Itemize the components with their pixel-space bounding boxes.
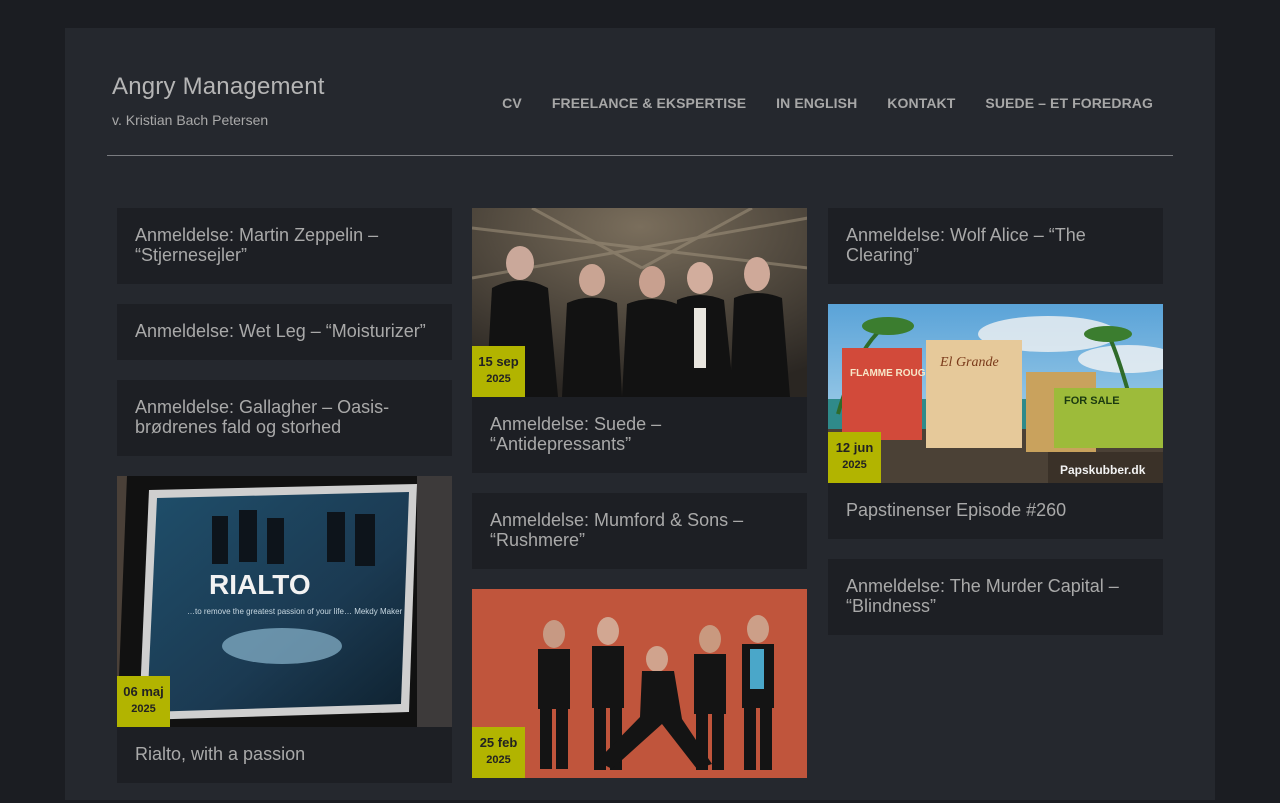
- nav-item-cv[interactable]: CV: [502, 95, 522, 111]
- main-navigation: CV FREELANCE & EKSPERTISE IN ENGLISH KON…: [502, 95, 1153, 111]
- site-description: v. Kristian Bach Petersen: [112, 112, 269, 128]
- date-year: 2025: [486, 754, 511, 766]
- post-title[interactable]: Anmeldelse: Wet Leg – “Moisturizer”: [117, 304, 452, 360]
- post-column-3: Anmeldelse: Wolf Alice – “The Clearing”: [828, 208, 1163, 655]
- date-day: 15 sep: [478, 354, 519, 369]
- date-year: 2025: [131, 703, 156, 715]
- post-card: FLAMME ROUGE El Grande FOR SALE Papskubb…: [828, 304, 1163, 539]
- svg-text:El Grande: El Grande: [939, 355, 999, 370]
- date-day: 12 jun: [835, 440, 874, 455]
- nav-item-in-english[interactable]: IN ENGLISH: [776, 95, 857, 111]
- post-card: 15 sep 2025 Anmeldelse: Suede – “Antidep…: [472, 208, 807, 473]
- header-divider: [107, 155, 1173, 156]
- post-title[interactable]: Papstinenser Episode #260: [828, 483, 1163, 539]
- post-thumbnail-rialto[interactable]: RIALTO …to remove the greatest passion o…: [117, 476, 452, 727]
- svg-text:Papskubber.dk: Papskubber.dk: [1060, 463, 1146, 477]
- post-card: Anmeldelse: Wet Leg – “Moisturizer”: [117, 304, 452, 360]
- date-badge: 25 feb 2025: [472, 727, 525, 778]
- post-thumbnail-band[interactable]: 25 feb 2025: [472, 589, 807, 778]
- svg-text:…to remove the greatest passio: …to remove the greatest passion of your …: [187, 607, 403, 616]
- post-thumbnail-suede[interactable]: 15 sep 2025: [472, 208, 807, 397]
- date-day: 06 maj: [123, 684, 164, 699]
- svg-text:RIALTO: RIALTO: [209, 569, 311, 600]
- post-title[interactable]: Anmeldelse: Wolf Alice – “The Clearing”: [828, 208, 1163, 284]
- post-card: Anmeldelse: Mumford & Sons – “Rushmere”: [472, 493, 807, 569]
- post-title[interactable]: Anmeldelse: Gallagher – Oasis-brødrenes …: [117, 380, 452, 456]
- post-card: Anmeldelse: Wolf Alice – “The Clearing”: [828, 208, 1163, 284]
- date-year: 2025: [486, 373, 511, 385]
- post-title[interactable]: Anmeldelse: Mumford & Sons – “Rushmere”: [472, 493, 807, 569]
- page-container: Angry Management v. Kristian Bach Peters…: [65, 28, 1215, 800]
- date-day: 25 feb: [479, 735, 518, 750]
- post-card: Anmeldelse: Martin Zeppelin – “Stjernese…: [117, 208, 452, 284]
- post-card: Anmeldelse: The Murder Capital – “Blindn…: [828, 559, 1163, 635]
- svg-text:FLAMME ROUGE: FLAMME ROUGE: [850, 368, 933, 379]
- post-title[interactable]: Rialto, with a passion: [117, 727, 452, 783]
- date-badge: 15 sep 2025: [472, 346, 525, 397]
- site-title[interactable]: Angry Management: [112, 73, 325, 101]
- nav-item-freelance[interactable]: FREELANCE & EKSPERTISE: [552, 95, 746, 111]
- svg-text:FOR SALE: FOR SALE: [1064, 395, 1120, 407]
- post-card: RIALTO …to remove the greatest passion o…: [117, 476, 452, 783]
- post-title[interactable]: Anmeldelse: The Murder Capital – “Blindn…: [828, 559, 1163, 635]
- post-title[interactable]: Anmeldelse: Martin Zeppelin – “Stjernese…: [117, 208, 452, 284]
- post-title[interactable]: Anmeldelse: Suede – “Antidepressants”: [472, 397, 807, 473]
- post-column-1: Anmeldelse: Martin Zeppelin – “Stjernese…: [117, 208, 452, 803]
- post-card: Anmeldelse: Gallagher – Oasis-brødrenes …: [117, 380, 452, 456]
- date-year: 2025: [842, 459, 867, 471]
- nav-item-suede-foredrag[interactable]: SUEDE – ET FOREDRAG: [985, 95, 1153, 111]
- date-badge: 12 jun 2025: [828, 432, 881, 483]
- post-card: 25 feb 2025: [472, 589, 807, 778]
- post-column-2: 15 sep 2025 Anmeldelse: Suede – “Antidep…: [472, 208, 807, 798]
- post-thumbnail-papstinenser[interactable]: FLAMME ROUGE El Grande FOR SALE Papskubb…: [828, 304, 1163, 483]
- date-badge: 06 maj 2025: [117, 676, 170, 727]
- nav-item-kontakt[interactable]: KONTAKT: [887, 95, 955, 111]
